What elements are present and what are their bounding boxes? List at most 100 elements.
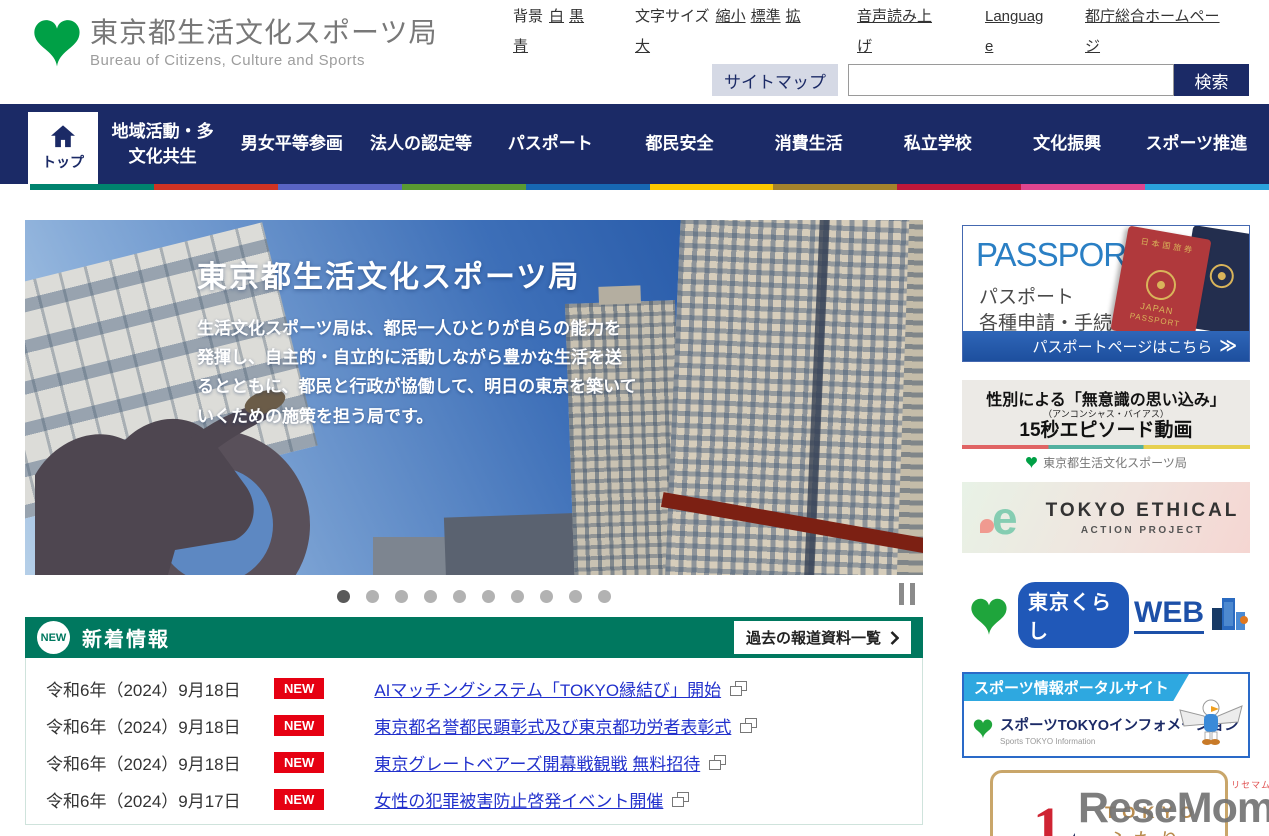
news-archive-button[interactable]: 過去の報道資料一覧 [733,621,911,654]
site-logo[interactable]: 東京都生活文化スポーツ局 Bureau of Citizens, Culture… [30,8,437,70]
site-subtitle: Bureau of Citizens, Culture and Sports [90,51,365,69]
nav-item-danjo[interactable]: 男女平等参画 [227,104,356,184]
news-date: 令和6年（2024）9月18日 [46,755,241,774]
external-link-icon [740,718,758,733]
carousel-dots [25,575,923,617]
news-list: 令和6年（2024）9月18日 NEW AIマッチングシステム「TOKYO縁結び… [25,658,923,825]
tokyo-ginkgo-icon [972,716,994,740]
resemom-watermark: リセマム ReseMom. [1078,780,1269,832]
tocho-home-link[interactable]: 都庁総合ホームページ [1085,8,1220,55]
language-link[interactable]: Language [985,8,1043,55]
site-title: 東京都生活文化スポーツ局 [90,17,438,48]
page: 東京都生活文化スポーツ局 Bureau of Citizens, Culture… [0,0,1269,836]
bg-label: 背景 [513,8,544,25]
news-row: 令和6年（2024）9月18日 NEW AIマッチングシステム「TOKYO縁結び… [26,670,922,707]
kurashi-badge: 東京くらし [1018,582,1129,648]
passport-heading: PASSPORT [976,236,1146,273]
speech-reader: 音声読み上げ [857,2,937,62]
nav-item-sports[interactable]: スポーツ推進 [1132,104,1261,184]
passport-cta: パスポートページはこちら ≫ [963,331,1249,361]
nav-home-tab[interactable]: トップ [28,112,98,184]
tricolor-stripe [962,444,1250,449]
language-switcher: Language [985,2,1049,62]
carousel-dot[interactable] [366,589,379,603]
hero-description: 生活文化スポーツ局は、都民一人ひとりが自らの能力を発揮し、自主的・自立的に活動し… [197,319,637,426]
bg-blue-link[interactable]: 青 [513,38,528,55]
carousel-dot[interactable] [540,589,553,603]
carousel-dot[interactable] [482,589,495,603]
carousel-dot[interactable] [337,589,350,603]
nav-item-tomin-anzen[interactable]: 都民安全 [615,104,744,184]
news-new-badge: NEW [274,678,325,699]
bg-color-switcher: 背景白黒青 [513,2,601,62]
nav-home-label: トップ [42,154,84,170]
news-header: NEW 新着情報 過去の報道資料一覧 [25,617,923,658]
ethical-e-logo: e [980,491,1018,544]
news-date: 令和6年（2024）9月18日 [46,718,241,737]
passport-banner[interactable]: PASSPORT パスポート 各種申請・手続き 日本国旅券 JAPAN PASS… [962,225,1250,362]
news-new-badge: NEW [274,752,325,773]
news-link[interactable]: AIマッチングシステム「TOKYO縁結び」開始 [374,676,748,701]
external-link-icon [730,681,748,696]
chrysanthemum-crest-icon [1208,262,1236,290]
news-link[interactable]: 東京グレートベアーズ開幕戦観戦 無料招待 [374,750,727,775]
news-link[interactable]: 東京都名誉都民顕彰式及び東京都功労者表彰式 [374,713,758,738]
sports-portal-banner[interactable]: スポーツ情報ポータルサイト スポーツTOKYOインフォメーション Sports … [962,672,1250,758]
bg-white-link[interactable]: 白 [549,8,564,25]
tokyo-ginkgo-icon [30,12,84,70]
news-new-badge: NEW [274,715,325,736]
news-date: 令和6年（2024）9月18日 [46,681,241,700]
news-row: 令和6年（2024）9月18日 NEW 東京グレートベアーズ開幕戦観戦 無料招待 [26,744,922,781]
bureau-logo-small: 東京都生活文化スポーツ局 [962,454,1250,471]
hero-carousel[interactable]: 東京都生活文化スポーツ局 生活文化スポーツ局は、都民一人ひとりが自らの能力を発揮… [25,220,923,575]
news-title: 新着情報 [82,629,170,651]
nav-item-chiiki[interactable]: 地域活動・多文化共生 [98,104,227,184]
font-standard-link[interactable]: 標準 [751,8,781,25]
carousel-dot[interactable] [511,589,524,603]
news-new-badge: NEW [274,789,325,810]
speech-reader-link[interactable]: 音声読み上げ [857,8,932,55]
carousel-dot[interactable] [424,589,437,603]
search-button[interactable]: 検索 [1174,64,1249,96]
sitemap-button[interactable]: サイトマップ [712,64,838,96]
hero-title: 東京都生活文化スポーツ局 [197,261,581,294]
futari-one-logo: 1 [1033,799,1075,836]
tokyo-ginkgo-icon [1025,455,1038,469]
tokyo-kurashi-web-banner[interactable]: 東京くらし WEB [962,582,1250,648]
tokyo-ethical-banner[interactable]: e TOKYO ETHICAL ACTION PROJECT [962,482,1250,553]
unconscious-bias-banner[interactable]: 性別による「無意識の思い込み」 （アンコンシャス・バイアス） 15秒エピソード動… [962,380,1250,471]
carousel-pager [25,575,923,617]
building-low [373,537,453,575]
city-buildings-icon [1210,596,1250,635]
carousel-dot[interactable] [453,589,466,603]
nav-color-stripe [30,184,1269,190]
seagull-mascot-icon [1178,696,1244,753]
sports-portal-header: スポーツ情報ポータルサイト [964,674,1189,701]
news-row: 令和6年（2024）9月18日 NEW 東京都名誉都民顕彰式及び東京都功労者表彰… [26,707,922,744]
font-small-link[interactable]: 縮小 [716,8,746,25]
carousel-dot[interactable] [598,589,611,603]
tokyo-ginkgo-icon [968,592,1010,638]
nav-item-shohi[interactable]: 消費生活 [744,104,873,184]
nav-item-passport[interactable]: パスポート [486,104,615,184]
hero-text: 東京都生活文化スポーツ局 生活文化スポーツ局は、都民一人ひとりが自らの能力を発揮… [197,252,637,431]
chevron-right-icon [890,630,899,645]
nav-item-shiritsu[interactable]: 私立学校 [873,104,1002,184]
new-badge-icon: NEW [37,621,70,654]
news-section: NEW 新着情報 過去の報道資料一覧 令和6年（2024）9月18日 NEW A… [25,617,923,825]
chrysanthemum-crest-icon [1143,267,1179,303]
header-toolbar: サイトマップ 検索 [712,64,1249,96]
kurashi-web-label: WEB [1134,596,1204,634]
carousel-dot[interactable] [569,589,582,603]
news-link[interactable]: 女性の犯罪被害防止啓発イベント開催 [374,787,690,812]
nav-item-bunka[interactable]: 文化振興 [1003,104,1132,184]
news-row: 令和6年（2024）9月17日 NEW 女性の犯罪被害防止啓発イベント開催 [26,781,922,818]
nav-item-hojin[interactable]: 法人の認定等 [356,104,485,184]
carousel-dot[interactable] [395,589,408,603]
double-arrow-icon: ≫ [1219,336,1237,355]
search-input[interactable] [848,64,1174,96]
bg-black-link[interactable]: 黒 [569,8,584,25]
site-header: 東京都生活文化スポーツ局 Bureau of Citizens, Culture… [0,0,1269,104]
news-date: 令和6年（2024）9月17日 [46,792,241,811]
pause-button[interactable] [899,583,919,605]
